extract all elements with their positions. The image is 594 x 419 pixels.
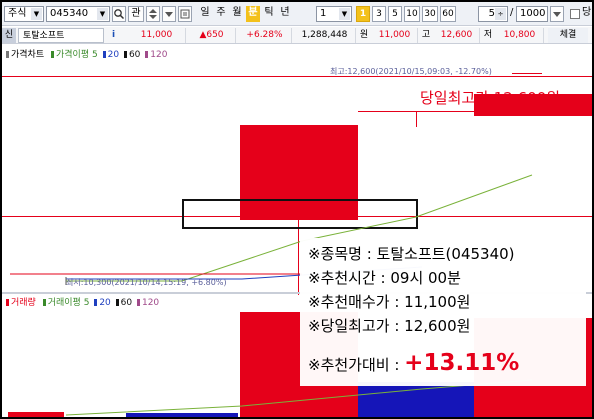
chart-window: 주식 ▼ 045340 ▼ 관 일 주 월 분 틱 년 1 ▼ 1 3 5 10… [2,2,592,417]
min-annotation: 최저:10,300(2021/10/14,15:19, +6.80%) [66,278,227,287]
search-icon[interactable] [112,6,126,22]
recommendation-info-box: ※종목명 : 토탈소프트(045340) ※추천시간 : 09시 00분 ※추천… [300,238,586,386]
trade-tab[interactable]: 체결 [548,28,588,43]
open-price: 11,000 [372,28,418,43]
info-icon[interactable]: i [112,28,120,43]
market-select[interactable]: 주식 ▼ [4,6,44,22]
price-change: ▲650 [188,28,236,43]
change-percent: +6.28% [238,28,292,43]
info-return-value: +13.11% [404,350,520,376]
today-checkbox-label: 당일 [582,7,592,18]
market-select-value: 주식 [8,8,27,19]
high-label: 고 [421,30,431,40]
stock-name: 토탈소프트 [18,28,104,43]
view-count-input[interactable]: 1000 [516,6,548,22]
dropdown-button[interactable] [162,6,176,22]
interval-1-button[interactable]: 1 [356,6,370,22]
period-week[interactable]: 주 [214,6,228,22]
period-month[interactable]: 월 [230,6,244,22]
stock-code-input[interactable]: 045340 ▼ [46,6,110,22]
count-stepper[interactable]: 5 ÷ [478,6,508,22]
interval-3-button[interactable]: 3 [372,6,386,22]
interval-10-button[interactable]: 10 [404,6,420,22]
low-label: 저 [483,30,493,40]
period-tick[interactable]: 틱 [262,6,276,22]
related-stocks-button[interactable]: 관 [128,6,144,22]
quote-bar: 신 토탈소프트 i 11,000 ▲650 +6.28% 1,288,448 원… [2,27,592,44]
chevron-down-icon[interactable]: ▼ [339,8,350,20]
info-recommend-price: ※추천매수가 : 11,100원 [308,293,471,311]
period-year[interactable]: 년 [278,6,292,22]
credit-badge: 신 [2,28,16,43]
stepper-icon[interactable]: ÷ [495,8,506,20]
interval-5-button[interactable]: 5 [388,6,402,22]
info-return-label: ※추천가대비 : [308,356,405,374]
period-count-value: 1 [320,8,327,19]
unit-label: 원 [359,30,369,40]
chevron-down-icon[interactable]: ▼ [97,8,108,20]
period-minute[interactable]: 분 [246,6,260,22]
low-price: 10,800 [496,28,544,43]
settings-icon[interactable] [178,6,192,22]
interval-60-button[interactable]: 60 [440,6,456,22]
chart-toolbar: 주식 ▼ 045340 ▼ 관 일 주 월 분 틱 년 1 ▼ 1 3 5 10… [2,2,592,26]
current-price: 11,000 [128,28,186,43]
info-day-high: ※당일최고가 : 12,600원 [308,317,471,335]
trade-volume: 1,288,448 [294,28,356,43]
high-price: 12,600 [434,28,480,43]
view-count-value: 1000 [520,8,546,19]
chevron-down-icon[interactable]: ▼ [31,8,42,20]
period-day[interactable]: 일 [198,6,212,22]
info-stock-name: ※종목명 : 토탈소프트(045340) [308,245,515,263]
view-count-dropdown[interactable] [550,6,564,22]
info-recommend-time: ※추천시간 : 09시 00분 [308,269,461,287]
interval-30-button[interactable]: 30 [422,6,438,22]
stepper-icon[interactable] [146,6,160,22]
period-count-select[interactable]: 1 ▼ [316,6,352,22]
today-checkbox[interactable] [570,9,580,19]
stock-code-value: 045340 [50,8,89,19]
info-return-row: ※추천가대비 : +13.11% [308,348,519,380]
